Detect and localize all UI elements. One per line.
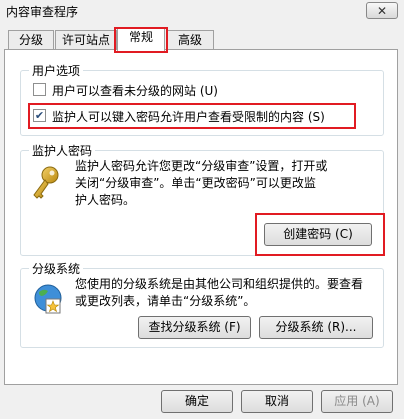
- globe-certificate-icon: [32, 282, 66, 316]
- ok-button[interactable]: 确定: [161, 390, 233, 413]
- create-password-button[interactable]: 创建密码 (C): [264, 223, 372, 246]
- close-icon: ✕: [376, 4, 388, 18]
- tab-approved-sites[interactable]: 许可站点: [55, 30, 117, 50]
- tab-highlight-box: [114, 27, 168, 53]
- tab-panel-general: 用户选项 用户可以查看未分级的网站 (U) ✔ 监护人可以键入密码允许用户查看受…: [4, 49, 398, 385]
- supervisor-description: 监护人密码允许您更改“分级审查”设置，打开或 关闭“分级审查”。单击“更改密码”…: [75, 158, 375, 209]
- checkmark-icon: ✔: [34, 109, 45, 122]
- find-rating-systems-button[interactable]: 查找分级系统 (F): [138, 316, 251, 339]
- rating-systems-label: 分级系统: [29, 260, 84, 277]
- tab-rating[interactable]: 分级: [8, 30, 54, 50]
- supervisor-desc-line1: 监护人密码允许您更改“分级审查”设置，打开或: [75, 159, 328, 173]
- rating-systems-button[interactable]: 分级系统 (R)...: [259, 316, 373, 339]
- allow-unrated-label[interactable]: 用户可以查看未分级的网站 (U): [52, 82, 218, 99]
- supervisor-override-label[interactable]: 监护人可以键入密码允许用户查看受限制的内容 (S): [52, 108, 325, 125]
- supervisor-password-label: 监护人密码: [29, 142, 96, 159]
- tab-advanced[interactable]: 高级: [166, 30, 214, 50]
- close-button[interactable]: ✕: [366, 2, 398, 19]
- rating-desc-line2: 或更改列表，请单击“分级系统”。: [75, 294, 256, 308]
- supervisor-desc-line3: 护人密码。: [75, 193, 136, 207]
- rating-systems-description: 您使用的分级系统是由其他公司和组织提供的。要查看 或更改列表，请单击“分级系统”…: [75, 276, 380, 310]
- supervisor-override-checkbox[interactable]: ✔: [33, 109, 46, 122]
- user-options-label: 用户选项: [29, 62, 84, 79]
- title-bar: 内容审查程序 ✕: [0, 0, 404, 22]
- key-icon: [30, 165, 62, 203]
- window-title: 内容审查程序: [6, 5, 79, 19]
- allow-unrated-checkbox[interactable]: [33, 83, 46, 96]
- cancel-button[interactable]: 取消: [241, 390, 313, 413]
- apply-button[interactable]: 应用 (A): [321, 390, 393, 413]
- supervisor-desc-line2: 关闭“分级审查”。单击“更改密码”可以更改监: [75, 176, 316, 190]
- rating-desc-line1: 您使用的分级系统是由其他公司和组织提供的。要查看: [75, 277, 364, 291]
- dialog-footer: 确定 取消 应用 (A): [0, 385, 404, 419]
